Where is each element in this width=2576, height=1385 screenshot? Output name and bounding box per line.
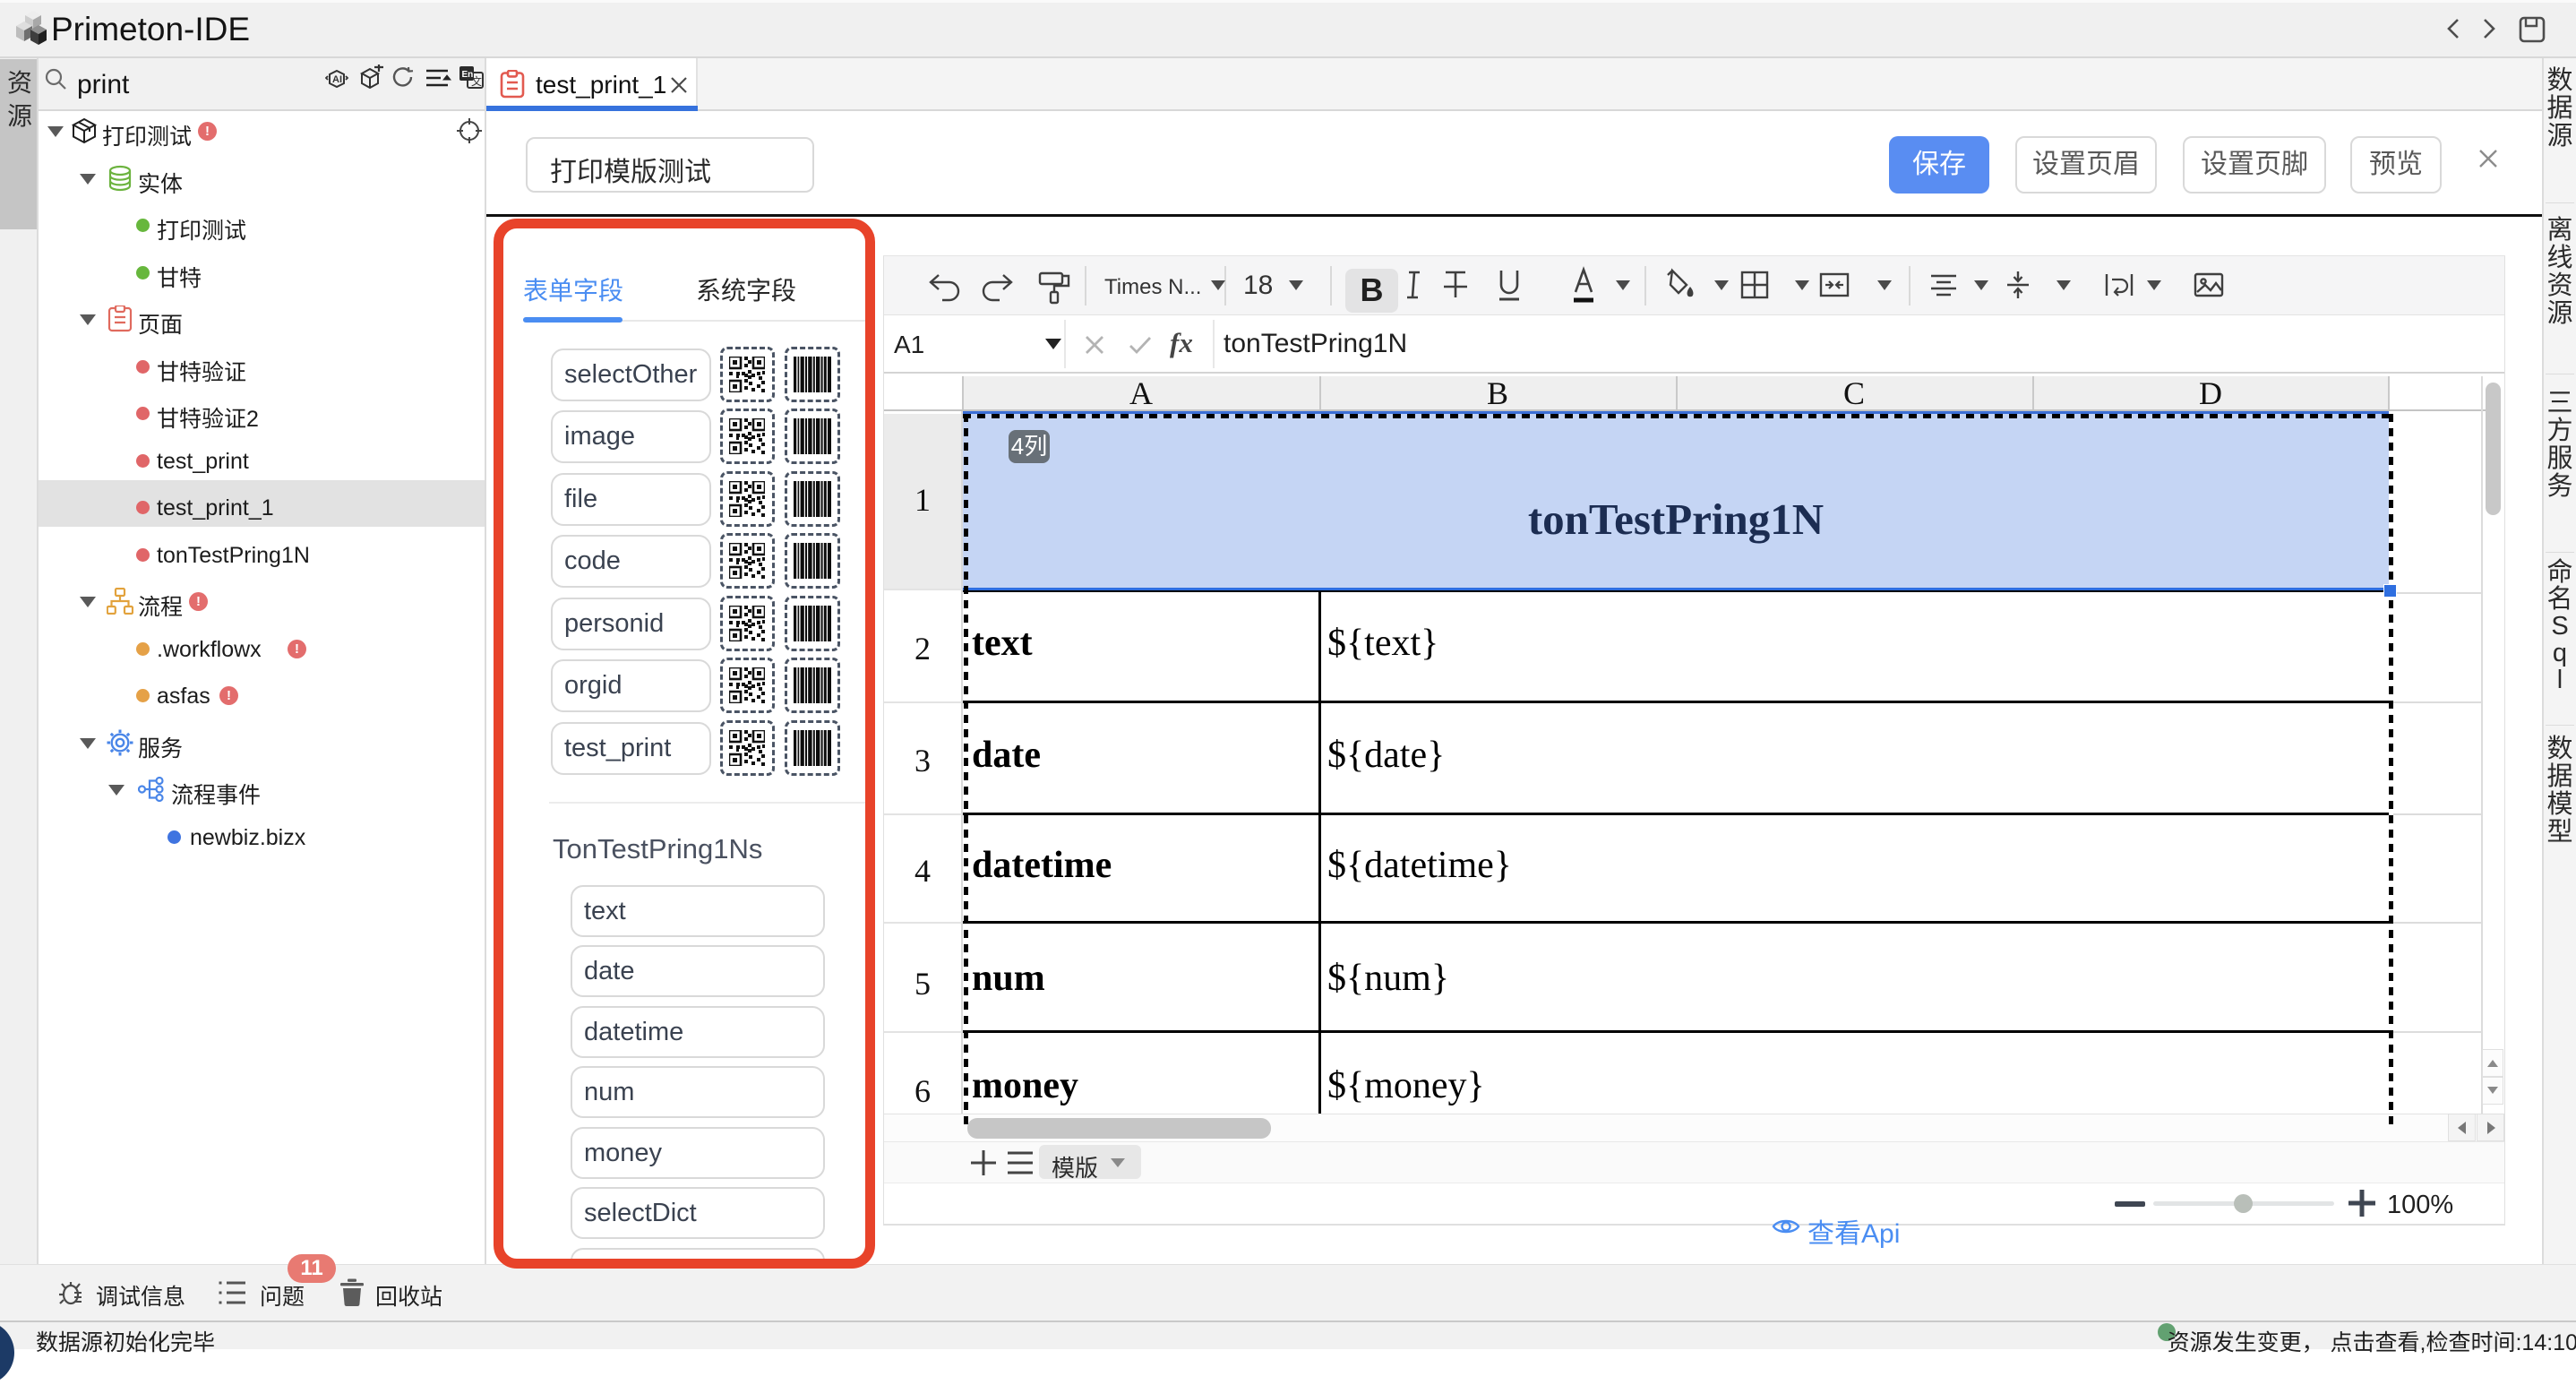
svg-text:En: En — [462, 70, 474, 80]
svg-text:AI: AI — [332, 74, 342, 85]
